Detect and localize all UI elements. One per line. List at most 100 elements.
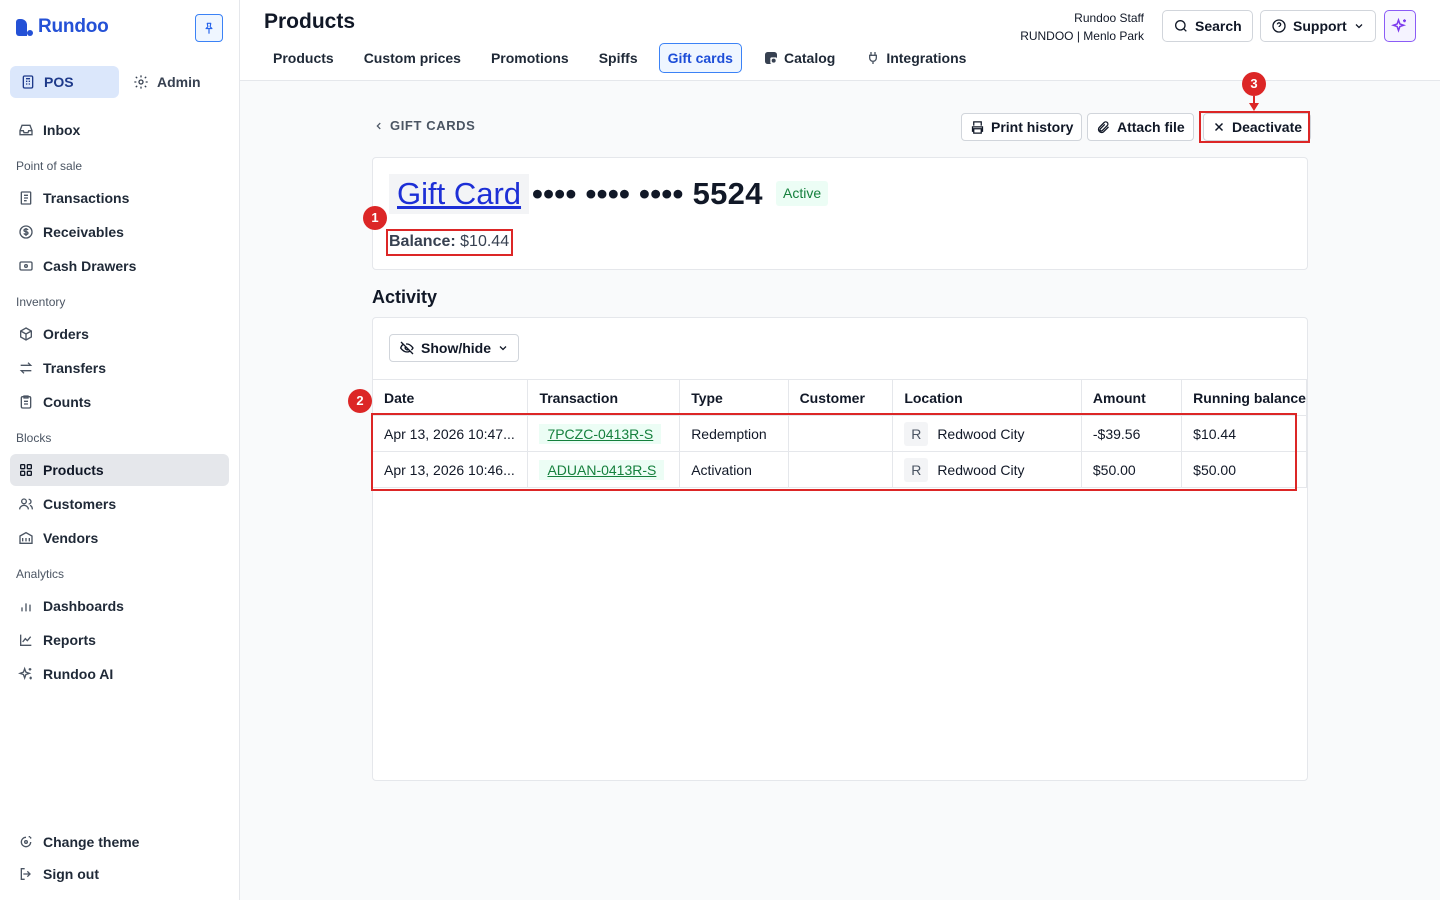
tab-products[interactable]: Products [264, 43, 343, 73]
sidebar-item-label: Customers [43, 496, 117, 512]
column-header-type[interactable]: Type [679, 379, 789, 416]
dollar-circle-icon [19, 225, 33, 239]
sidebar-item-rundoo-ai[interactable]: Rundoo AI [10, 658, 229, 690]
annotation-number-1: 1 [363, 206, 387, 230]
register-icon [22, 75, 34, 89]
sidebar-item-dashboards[interactable]: Dashboards [10, 590, 229, 622]
catalog-icon [764, 52, 777, 64]
column-header-location[interactable]: Location [892, 379, 1082, 416]
chevron-down-icon [499, 346, 507, 351]
annotation-number-3: 3 [1242, 72, 1266, 96]
transaction-link[interactable]: ADUAN-0413R-S [539, 459, 665, 480]
tab-promotions[interactable]: Promotions [482, 43, 578, 73]
page-title: Products [264, 10, 356, 33]
show-hide-label: Show/hide [421, 340, 491, 356]
ai-assistant-button[interactable] [1384, 10, 1416, 42]
mode-switch: POS Admin [10, 66, 223, 98]
column-header-running-balance[interactable]: Running balance [1181, 379, 1307, 416]
cell-amount: -$39.56 [1081, 415, 1183, 452]
column-header-amount[interactable]: Amount [1081, 379, 1183, 416]
support-button[interactable]: Support [1260, 10, 1376, 42]
sidebar-item-vendors[interactable]: Vendors [10, 522, 229, 554]
sign-out-button[interactable]: Sign out [10, 858, 229, 890]
transfer-arrows-icon [19, 362, 33, 374]
annotation-arrow-head [1249, 103, 1259, 111]
mode-admin-button[interactable]: Admin [123, 66, 223, 98]
transaction-link[interactable]: 7PCZC-0413R-S [539, 423, 662, 444]
close-icon [1214, 122, 1224, 132]
gift-card-masked-number: •••• •••• •••• 5524 [532, 176, 763, 211]
tab-custom-prices[interactable]: Custom prices [355, 43, 470, 73]
cell-location: R Redwood City [892, 415, 1082, 452]
box-icon [20, 327, 32, 341]
sidebar-item-orders[interactable]: Orders [10, 318, 229, 350]
sparkles-icon [18, 666, 32, 681]
back-to-gift-cards-link[interactable]: GIFT CARDS [374, 118, 475, 133]
sidebar-item-label: Rundoo AI [43, 666, 114, 682]
sidebar-item-cash-drawers[interactable]: Cash Drawers [10, 250, 229, 282]
sidebar-item-counts[interactable]: Counts [10, 386, 229, 418]
show-hide-columns-button[interactable]: Show/hide [389, 334, 519, 362]
sign-out-icon [20, 868, 31, 880]
tab-integrations[interactable]: Integrations [856, 43, 975, 73]
gift-card-title-link[interactable]: Gift Card [389, 174, 530, 214]
sidebar-item-customers[interactable]: Customers [10, 488, 229, 520]
tab-label: Integrations [886, 50, 967, 66]
pin-sidebar-button[interactable] [195, 14, 223, 42]
line-chart-icon [20, 634, 32, 646]
tab-spiffs[interactable]: Spiffs [590, 43, 647, 73]
gear-icon [134, 75, 148, 89]
users-icon [19, 498, 33, 510]
sidebar-item-receivables[interactable]: Receivables [10, 216, 229, 248]
brand-name: Rundoo [38, 16, 109, 37]
mode-pos-button[interactable]: POS [10, 66, 119, 98]
deactivate-button[interactable]: Deactivate [1203, 113, 1312, 141]
tab-gift-cards[interactable]: Gift cards [658, 43, 742, 73]
search-button[interactable]: Search [1162, 10, 1253, 42]
attach-file-button[interactable]: Attach file [1087, 113, 1194, 141]
paperclip-icon [1097, 120, 1109, 133]
inbox-icon [19, 124, 33, 136]
column-header-date[interactable]: Date [373, 379, 529, 416]
sidebar-item-label: Cash Drawers [43, 258, 137, 274]
column-header-transaction[interactable]: Transaction [527, 379, 681, 416]
sidebar-item-transfers[interactable]: Transfers [10, 352, 229, 384]
print-history-button[interactable]: Print history [961, 113, 1083, 141]
rundoo-logo-icon [16, 18, 33, 36]
chevron-down-icon [1355, 24, 1363, 29]
tab-label: Products [273, 50, 334, 66]
user-name: Rundoo Staff [1074, 11, 1144, 25]
section-blocks: Blocks [16, 431, 52, 445]
activity-heading: Activity [372, 287, 438, 307]
sidebar-item-label: Products [43, 462, 104, 478]
cell-amount: $50.00 [1081, 451, 1183, 488]
table-row[interactable]: Apr 13, 2026 10:47... 7PCZC-0413R-S Rede… [373, 415, 1307, 452]
change-theme-button[interactable]: Change theme [10, 826, 229, 858]
clipboard-icon [20, 395, 32, 409]
sidebar-item-transactions[interactable]: Transactions [10, 182, 229, 214]
sidebar-item-label: Counts [43, 394, 92, 410]
column-header-customer[interactable]: Customer [788, 379, 894, 416]
deactivate-label: Deactivate [1232, 119, 1303, 135]
location-badge: R [904, 421, 929, 446]
sidebar-item-inbox[interactable]: Inbox [10, 114, 229, 146]
location-name: Redwood City [937, 461, 1025, 478]
table-row[interactable]: Apr 13, 2026 10:46... ADUAN-0413R-S Acti… [373, 451, 1307, 488]
sidebar-item-products[interactable]: Products [10, 454, 229, 486]
search-icon [1175, 20, 1187, 32]
plug-icon [869, 52, 878, 64]
back-label: GIFT CARDS [390, 118, 476, 133]
building-icon [19, 531, 33, 544]
theme-icon [20, 836, 32, 848]
cash-drawer-icon [19, 261, 33, 271]
attach-file-label: Attach file [1117, 119, 1185, 135]
balance-value: $10.44 [460, 233, 510, 250]
sidebar-item-reports[interactable]: Reports [10, 624, 229, 656]
cell-transaction: ADUAN-0413R-S [527, 451, 681, 488]
annotation-number-2: 2 [348, 389, 372, 413]
user-org: RUNDOO | Menlo Park [1020, 29, 1144, 43]
cell-transaction: 7PCZC-0413R-S [527, 415, 681, 452]
tab-catalog[interactable]: Catalog [754, 43, 844, 73]
rundoo-logo[interactable]: Rundoo [16, 16, 109, 38]
product-tabs: Products Custom prices Promotions Spiffs… [264, 43, 981, 73]
